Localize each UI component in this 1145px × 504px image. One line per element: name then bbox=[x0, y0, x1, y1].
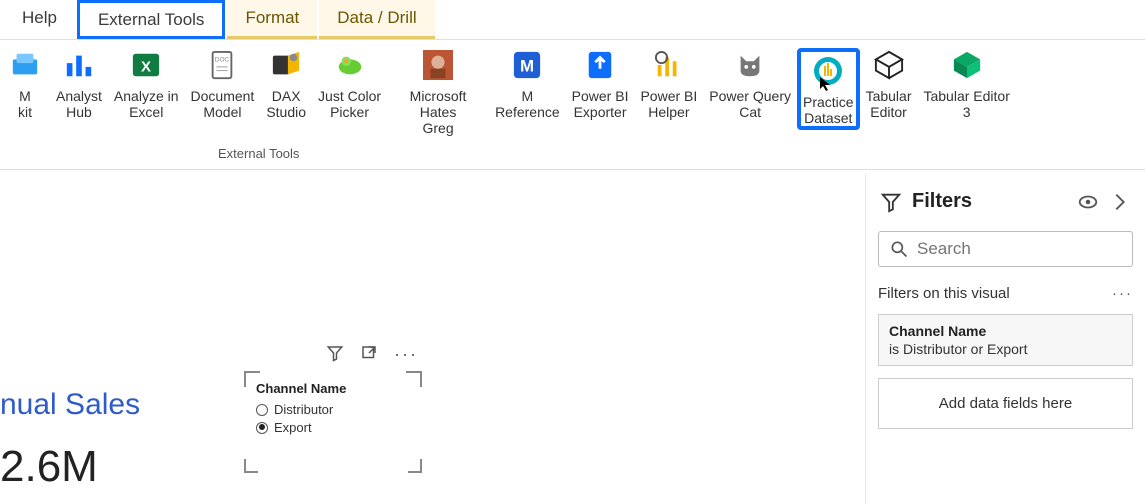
ribbon-item-pbi-exporter[interactable]: Power BI Exporter bbox=[566, 48, 635, 120]
main-area: nual Sales 2.6M ··· Channel Name Distrib… bbox=[0, 174, 1145, 504]
ribbon-item-pq-cat[interactable]: Power Query Cat bbox=[703, 48, 797, 120]
filters-search[interactable] bbox=[878, 231, 1133, 267]
filters-pane: Filters Filters on this visual ··· Chann… bbox=[865, 174, 1145, 504]
eye-icon[interactable] bbox=[1077, 191, 1099, 213]
ribbon-item-label: Just Color Picker bbox=[318, 88, 381, 120]
document-icon: DOC bbox=[205, 48, 239, 82]
bars-icon bbox=[62, 48, 96, 82]
app-icon bbox=[8, 48, 42, 82]
radio-icon bbox=[256, 404, 268, 416]
slicer-option-distributor[interactable]: Distributor bbox=[256, 402, 410, 417]
funnel-icon bbox=[880, 191, 902, 213]
ribbon-item-label: Document Model bbox=[191, 88, 255, 120]
add-fields-label: Add data fields here bbox=[939, 395, 1072, 412]
slicer-title: Channel Name bbox=[256, 381, 410, 396]
filter-card-channel[interactable]: Channel Name is Distributor or Export bbox=[878, 314, 1133, 366]
search-icon bbox=[889, 238, 909, 260]
excel-icon: X bbox=[129, 48, 163, 82]
visual-title: nual Sales bbox=[0, 388, 140, 422]
ribbon-item-label: Analyst Hub bbox=[56, 88, 102, 120]
ribbon-item-dax-studio[interactable]: DAX Studio bbox=[260, 48, 312, 120]
ribbon-item-analyze-excel[interactable]: X Analyze in Excel bbox=[108, 48, 185, 120]
dataset-icon bbox=[811, 54, 845, 88]
ribbon-group-label: External Tools bbox=[218, 146, 299, 161]
ribbon-item-label: M Reference bbox=[495, 88, 560, 120]
ribbon-item-tabular-editor3[interactable]: Tabular Editor 3 bbox=[917, 48, 1015, 120]
ribbon-item-label: Analyze in Excel bbox=[114, 88, 179, 120]
tab-data-drill[interactable]: Data / Drill bbox=[319, 0, 434, 39]
filter-card-title: Channel Name bbox=[889, 323, 1122, 339]
ribbon-item-label: Tabular Editor bbox=[866, 88, 912, 120]
avatar-icon bbox=[421, 48, 455, 82]
filters-section-header: Filters on this visual ··· bbox=[878, 279, 1133, 302]
ribbon-item-pbi-helper[interactable]: Power BI Helper bbox=[634, 48, 703, 120]
ribbon-item-tabular-editor[interactable]: Tabular Editor bbox=[860, 48, 918, 120]
slicer-option-label: Distributor bbox=[274, 402, 333, 417]
filters-section-label: Filters on this visual bbox=[878, 285, 1010, 302]
ribbon-item-color-picker[interactable]: Just Color Picker bbox=[312, 48, 387, 120]
tab-help[interactable]: Help bbox=[4, 0, 75, 39]
ribbon-item-label: Power Query Cat bbox=[709, 88, 791, 120]
svg-text:DOC: DOC bbox=[215, 56, 230, 63]
ribbon-item-kit[interactable]: M kit bbox=[0, 48, 50, 120]
cube-green-icon bbox=[950, 48, 984, 82]
search-input[interactable] bbox=[917, 239, 1122, 259]
slicer-option-label: Export bbox=[274, 420, 312, 435]
svg-text:M: M bbox=[520, 57, 534, 76]
slicer-option-export[interactable]: Export bbox=[256, 420, 410, 435]
radio-checked-icon bbox=[256, 422, 268, 434]
cat-icon bbox=[733, 48, 767, 82]
dax-icon bbox=[269, 48, 303, 82]
more-options-icon[interactable]: ··· bbox=[394, 344, 418, 367]
ribbon-item-practice-dataset[interactable]: Practice Dataset bbox=[797, 48, 860, 130]
filter-card-status: is Distributor or Export bbox=[889, 341, 1122, 357]
svg-text:X: X bbox=[141, 59, 151, 76]
tab-external-tools[interactable]: External Tools bbox=[77, 0, 225, 39]
ribbon-item-document-model[interactable]: DOC Document Model bbox=[185, 48, 261, 120]
funnel-icon[interactable] bbox=[326, 344, 344, 367]
ribbon-item-label: Power BI Helper bbox=[640, 88, 697, 120]
ribbon-item-m-reference[interactable]: M M Reference bbox=[489, 48, 566, 120]
report-canvas[interactable]: nual Sales 2.6M ··· Channel Name Distrib… bbox=[0, 174, 865, 504]
ribbon-item-label: Tabular Editor 3 bbox=[923, 88, 1009, 120]
gear-chart-icon bbox=[652, 48, 686, 82]
filters-title: Filters bbox=[912, 190, 1067, 213]
ribbon-item-label: Power BI Exporter bbox=[572, 88, 629, 120]
cube-icon bbox=[872, 48, 906, 82]
ribbon-item-analyst-hub[interactable]: Analyst Hub bbox=[50, 48, 108, 120]
popout-icon[interactable] bbox=[360, 344, 378, 367]
ribbon-item-ms-hates-greg[interactable]: Microsoft Hates Greg bbox=[387, 48, 489, 136]
ribbon-item-label: Practice Dataset bbox=[803, 94, 854, 126]
add-data-fields-dropzone[interactable]: Add data fields here bbox=[878, 378, 1133, 429]
ribbon-tabs: Help External Tools Format Data / Drill bbox=[0, 0, 1145, 40]
ribbon-item-label: DAX Studio bbox=[266, 88, 306, 120]
ribbon-item-label: Microsoft Hates Greg bbox=[393, 88, 483, 136]
m-icon: M bbox=[510, 48, 544, 82]
chameleon-icon bbox=[333, 48, 367, 82]
more-options-icon[interactable]: ··· bbox=[1112, 285, 1133, 302]
ribbon: M kit Analyst Hub X Analyze in Excel DOC… bbox=[0, 40, 1145, 144]
filters-header: Filters bbox=[878, 184, 1133, 219]
ribbon-group-area: External Tools bbox=[0, 144, 1145, 170]
chevron-right-icon[interactable] bbox=[1109, 191, 1131, 213]
tab-format[interactable]: Format bbox=[227, 0, 317, 39]
export-icon bbox=[583, 48, 617, 82]
visual-toolbar: ··· bbox=[246, 344, 420, 367]
visual-value: 2.6M bbox=[0, 442, 98, 492]
slicer-visual[interactable]: Channel Name Distributor Export bbox=[246, 373, 420, 471]
ribbon-item-label: M kit bbox=[18, 88, 32, 120]
slicer-visual-wrap: ··· Channel Name Distributor Export bbox=[246, 344, 420, 471]
